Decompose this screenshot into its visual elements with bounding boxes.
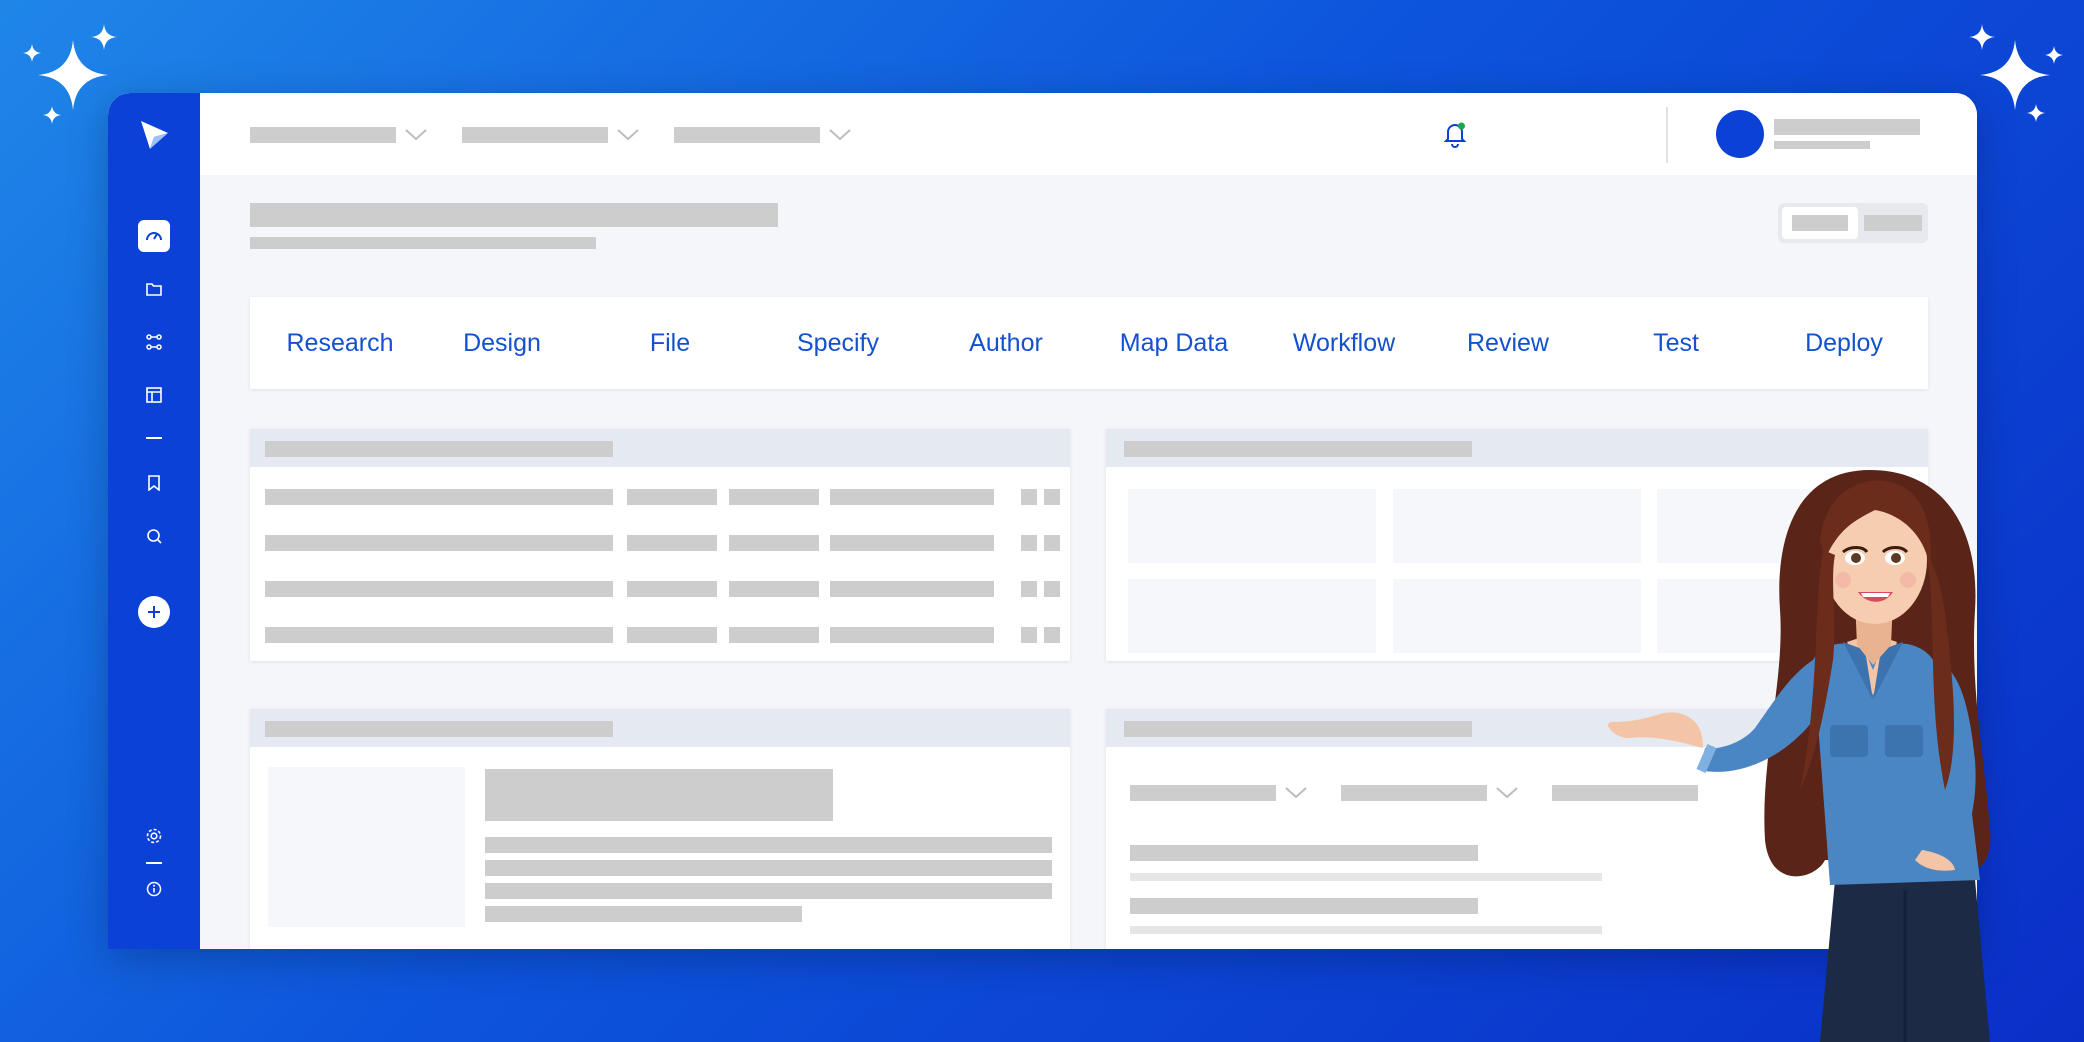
sidebar-item-dashboard[interactable] [138, 220, 170, 252]
layout-icon [146, 387, 162, 403]
chevron-down-icon [1496, 787, 1518, 799]
user-role-placeholder [1774, 141, 1870, 149]
content-heading-placeholder [485, 769, 833, 821]
list-item-title-placeholder[interactable] [1130, 845, 1478, 861]
info-button[interactable] [138, 873, 170, 905]
tab-test[interactable]: Test [1592, 297, 1760, 389]
tab-research[interactable]: Research [250, 297, 430, 389]
toggle-option-active[interactable] [1782, 207, 1858, 239]
topbar-divider [1666, 107, 1668, 163]
image-placeholder [268, 767, 465, 927]
list-item-subtitle-placeholder [1130, 926, 1602, 934]
chevron-down-icon [1285, 787, 1307, 799]
sidebar-item-layout[interactable] [138, 379, 170, 411]
dashboard-gauge-icon [146, 232, 162, 241]
info-icon [146, 881, 162, 897]
sidebar-divider [146, 437, 162, 439]
text-line-placeholder [485, 837, 1052, 853]
user-name-placeholder [1774, 119, 1920, 135]
chevron-down-icon [405, 129, 427, 141]
filter-dropdown-placeholder[interactable] [1341, 785, 1487, 801]
bookmark-icon [148, 475, 160, 491]
filter-dropdown-placeholder[interactable] [1130, 785, 1276, 801]
nodes-icon [146, 334, 162, 350]
nav-dropdown-placeholder[interactable] [462, 127, 608, 143]
text-line-placeholder [485, 906, 802, 922]
sidebar-item-folder[interactable] [138, 273, 170, 305]
tab-design[interactable]: Design [418, 297, 586, 389]
sidebar-item-nodes[interactable] [138, 326, 170, 358]
text-line-placeholder [485, 860, 1052, 876]
list-item-subtitle-placeholder [1130, 873, 1602, 881]
tab-specify[interactable]: Specify [754, 297, 922, 389]
sidebar-divider [146, 862, 162, 864]
topbar [200, 93, 1977, 175]
tab-author[interactable]: Author [922, 297, 1090, 389]
nav-dropdown-placeholder[interactable] [250, 127, 396, 143]
tile[interactable] [1128, 579, 1376, 653]
search-icon [147, 529, 162, 544]
bell-icon[interactable] [1442, 120, 1468, 148]
page-title-placeholder [250, 203, 778, 227]
tab-workflow[interactable]: Workflow [1250, 297, 1438, 389]
text-line-placeholder [485, 883, 1052, 899]
chevron-down-icon [617, 129, 639, 141]
view-toggle[interactable] [1778, 203, 1928, 243]
sidebar-item-bookmark[interactable] [138, 467, 170, 499]
card-header [250, 709, 1070, 747]
tab-deploy[interactable]: Deploy [1760, 297, 1928, 389]
tile[interactable] [1128, 489, 1376, 563]
plus-icon [148, 606, 160, 618]
table-card [250, 429, 1070, 661]
avatar[interactable] [1716, 110, 1764, 158]
list-item-title-placeholder[interactable] [1130, 898, 1478, 914]
sidebar [108, 93, 200, 949]
tab-file[interactable]: File [586, 297, 754, 389]
tab-review[interactable]: Review [1424, 297, 1592, 389]
content-card [250, 709, 1070, 949]
workflow-tabs: Research Design File Specify Author Map … [250, 297, 1928, 389]
tab-map-data[interactable]: Map Data [1080, 297, 1268, 389]
presenter-illustration [1608, 470, 1991, 1042]
folder-icon [146, 283, 162, 296]
card-header [250, 429, 1070, 467]
add-button[interactable] [138, 596, 170, 628]
gear-icon [146, 828, 162, 844]
chevron-down-icon [829, 129, 851, 141]
settings-button[interactable] [138, 820, 170, 852]
sidebar-item-search[interactable] [138, 520, 170, 552]
play-logo[interactable] [132, 113, 176, 157]
nav-dropdown-placeholder[interactable] [674, 127, 820, 143]
toggle-option[interactable] [1864, 215, 1922, 231]
page-subtitle-placeholder [250, 237, 596, 249]
